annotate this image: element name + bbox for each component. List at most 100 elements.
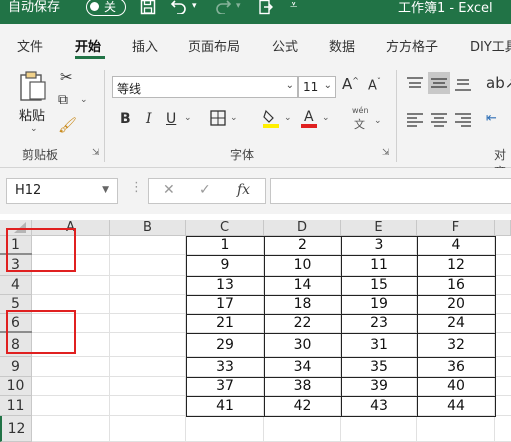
table-cell[interactable]: 2: [264, 236, 341, 255]
table-cell[interactable]: 4: [417, 236, 495, 255]
font-name-select[interactable]: 等线 ⌄: [112, 76, 298, 98]
table-cell[interactable]: 37: [186, 377, 264, 396]
paste-dropdown-icon[interactable]: ⌄: [30, 124, 38, 134]
redo-icon[interactable]: [214, 0, 232, 17]
table-cell[interactable]: 31: [341, 333, 417, 357]
table-cell[interactable]: 35: [341, 357, 417, 377]
table-cell[interactable]: 42: [264, 396, 341, 416]
table-cell[interactable]: 18: [264, 295, 341, 314]
align-bottom-icon[interactable]: [454, 76, 472, 95]
table-cell[interactable]: 20: [417, 295, 495, 314]
table-cell[interactable]: 33: [186, 357, 264, 377]
copy-icon[interactable]: ⧉: [58, 92, 68, 108]
print-preview-icon[interactable]: [258, 0, 274, 18]
table-cell[interactable]: 14: [264, 276, 341, 295]
tab-data[interactable]: 数据: [329, 36, 355, 55]
name-box[interactable]: H12 ▼: [6, 178, 118, 204]
orientation-icon[interactable]: ab↗: [486, 74, 511, 92]
tab-file[interactable]: 文件: [17, 36, 43, 55]
enter-icon[interactable]: ✓: [199, 182, 211, 198]
phonetic-icon[interactable]: 文: [354, 116, 365, 132]
autosave-toggle[interactable]: 关: [86, 0, 126, 16]
column-header-e[interactable]: E: [341, 220, 417, 236]
font-size-select[interactable]: 11 ⌄: [298, 76, 336, 98]
tab-fangfang[interactable]: 方方格子: [386, 36, 438, 55]
table-cell[interactable]: 24: [417, 314, 495, 333]
table-cell[interactable]: 41: [186, 396, 264, 416]
table-cell[interactable]: 36: [417, 357, 495, 377]
table-cell[interactable]: 1: [186, 236, 264, 255]
resize-handle-icon[interactable]: ⋮: [130, 180, 143, 195]
table-cell[interactable]: 39: [341, 377, 417, 396]
formula-input[interactable]: [270, 178, 511, 204]
cancel-icon[interactable]: ✕: [163, 182, 175, 198]
column-header-c[interactable]: C: [186, 220, 264, 236]
tab-page-layout[interactable]: 页面布局: [188, 36, 240, 55]
align-top-icon[interactable]: [406, 76, 424, 95]
align-middle-icon[interactable]: [428, 72, 450, 94]
fill-color-dropdown-icon[interactable]: ⌄: [284, 113, 292, 123]
undo-dropdown-icon[interactable]: ▾: [192, 1, 197, 11]
increase-font-size-icon[interactable]: A^: [342, 75, 359, 93]
table-cell[interactable]: 17: [186, 295, 264, 314]
insert-function-icon[interactable]: fx: [237, 182, 250, 198]
decrease-indent-icon[interactable]: ⇤: [486, 111, 497, 126]
paste-label[interactable]: 粘贴: [19, 105, 45, 124]
tab-diy-tools[interactable]: DIY工具: [470, 36, 511, 55]
fill-color-icon[interactable]: [262, 108, 280, 132]
phonetic-label[interactable]: wén: [352, 106, 369, 115]
table-cell[interactable]: 9: [186, 255, 264, 276]
table-cell[interactable]: 13: [186, 276, 264, 295]
decrease-font-size-icon[interactable]: Aˇ: [368, 77, 381, 93]
clipboard-launcher-icon[interactable]: ⇲: [92, 148, 100, 158]
align-left-icon[interactable]: [406, 112, 424, 131]
table-cell[interactable]: 22: [264, 314, 341, 333]
table-cell[interactable]: 44: [417, 396, 495, 416]
underline-button[interactable]: U: [166, 111, 176, 127]
table-cell[interactable]: 19: [341, 295, 417, 314]
align-right-icon[interactable]: [454, 112, 472, 131]
table-cell[interactable]: 38: [264, 377, 341, 396]
tab-home[interactable]: 开始: [75, 36, 101, 55]
table-cell[interactable]: 3: [341, 236, 417, 255]
column-header-d[interactable]: D: [264, 220, 341, 236]
save-icon[interactable]: [140, 0, 156, 18]
italic-button[interactable]: I: [146, 111, 152, 127]
tab-insert[interactable]: 插入: [132, 36, 158, 55]
table-cell[interactable]: 43: [341, 396, 417, 416]
table-cell[interactable]: 29: [186, 333, 264, 357]
row-header-12[interactable]: 12: [0, 416, 32, 442]
row-header-11[interactable]: 11: [0, 396, 32, 416]
underline-dropdown-icon[interactable]: ⌄: [184, 113, 192, 123]
bold-button[interactable]: B: [120, 111, 131, 127]
format-painter-icon[interactable]: 🖌: [58, 116, 77, 134]
align-center-icon[interactable]: [430, 112, 448, 131]
table-cell[interactable]: 40: [417, 377, 495, 396]
paste-icon[interactable]: [18, 70, 48, 106]
table-cell[interactable]: 10: [264, 255, 341, 276]
table-cell[interactable]: 12: [417, 255, 495, 276]
font-launcher-icon[interactable]: ⇲: [382, 148, 390, 158]
copy-dropdown-icon[interactable]: ⌄: [80, 95, 88, 105]
column-header-f[interactable]: F: [417, 220, 495, 236]
font-color-dropdown-icon[interactable]: ⌄: [322, 113, 330, 123]
undo-icon[interactable]: [170, 0, 188, 17]
table-cell[interactable]: 16: [417, 276, 495, 295]
row-header-9[interactable]: 9: [0, 357, 32, 377]
column-header-b[interactable]: B: [110, 220, 186, 236]
font-color-icon[interactable]: A: [300, 108, 318, 132]
table-cell[interactable]: 21: [186, 314, 264, 333]
row-header-4[interactable]: 4: [0, 276, 32, 295]
border-icon[interactable]: [210, 110, 226, 130]
table-cell[interactable]: 30: [264, 333, 341, 357]
customize-toolbar-icon[interactable]: ⩡: [290, 0, 297, 13]
row-header-10[interactable]: 10: [0, 377, 32, 396]
phonetic-dropdown-icon[interactable]: ⌄: [374, 116, 382, 126]
table-cell[interactable]: 15: [341, 276, 417, 295]
cut-icon[interactable]: ✂: [60, 68, 73, 86]
tab-formulas[interactable]: 公式: [272, 36, 298, 55]
table-cell[interactable]: 34: [264, 357, 341, 377]
redo-dropdown-icon[interactable]: ▾: [236, 1, 241, 11]
table-cell[interactable]: 32: [417, 333, 495, 357]
table-cell[interactable]: 11: [341, 255, 417, 276]
